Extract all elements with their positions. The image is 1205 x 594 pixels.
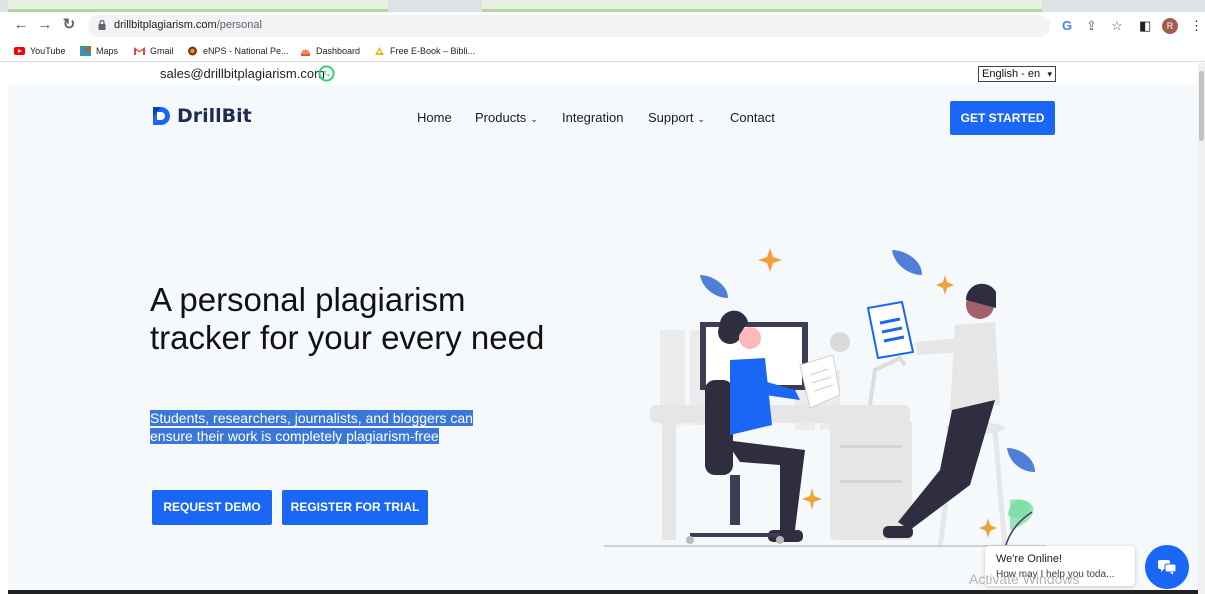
- side-panel-icon[interactable]: ◧: [1139, 18, 1151, 34]
- bookmark-free-ebook[interactable]: Free E-Book – Bibli...: [374, 45, 475, 57]
- dashboard-icon: [301, 49, 310, 56]
- divider: [8, 590, 1198, 594]
- avatar[interactable]: R: [1162, 18, 1178, 34]
- hero-illustration: [604, 248, 1046, 549]
- bookmarks-bar: YouTube Maps Gmail eNPS - National Pe...…: [0, 40, 1205, 62]
- google-lens-icon[interactable]: G: [1062, 18, 1072, 34]
- contact-topbar: sales@drillbitplagiarism.com English - e…: [0, 63, 1198, 85]
- chevron-down-icon: ⌄: [530, 114, 538, 124]
- kebab-menu-icon[interactable]: ⋮: [1190, 18, 1203, 34]
- browser-toolbar: ← → ↻ drillbitplagiarism.com/personal G …: [0, 12, 1205, 40]
- nav-home[interactable]: Home: [417, 110, 452, 125]
- hero-subtext: Students, researchers, journalists, and …: [150, 410, 473, 444]
- whatsapp-icon[interactable]: [318, 65, 335, 82]
- hero-headline: A personal plagiarism tracker for your e…: [150, 281, 545, 356]
- scrollbar-thumb[interactable]: [1199, 71, 1204, 141]
- bookmark-dashboard[interactable]: Dashboard: [300, 45, 360, 57]
- bookmark-youtube[interactable]: YouTube: [14, 45, 65, 57]
- browser-tab[interactable]: [8, 0, 388, 12]
- bookmark-enps[interactable]: eNPS - National Pe...: [187, 45, 289, 57]
- nav-products[interactable]: Products ⌄: [475, 110, 538, 125]
- chevron-down-icon: ⌄: [697, 114, 706, 124]
- chat-launcher-button[interactable]: [1145, 545, 1189, 589]
- lock-icon: [98, 20, 106, 30]
- windows-activation-watermark: Activate Windows: [969, 571, 1080, 587]
- logo-text: DrillBit: [177, 105, 252, 127]
- maps-icon: [80, 46, 91, 56]
- chevron-down-icon: ▾: [1047, 69, 1052, 79]
- chat-icon: [1158, 560, 1177, 575]
- bookmark-gmail[interactable]: Gmail: [134, 45, 174, 57]
- share-icon[interactable]: ⇪: [1086, 18, 1097, 34]
- browser-tab-strip: [0, 0, 1205, 12]
- gmail-icon: [134, 47, 145, 55]
- reload-icon[interactable]: ↻: [60, 16, 78, 34]
- page-scrollbar[interactable]: [1198, 63, 1205, 594]
- request-demo-button[interactable]: REQUEST DEMO: [152, 490, 272, 525]
- youtube-icon: [14, 47, 25, 55]
- forward-icon[interactable]: →: [36, 16, 54, 34]
- browser-tab[interactable]: [482, 0, 1042, 12]
- nav-support[interactable]: Support ⌄: [648, 110, 705, 125]
- get-started-button[interactable]: GET STARTED: [950, 101, 1055, 135]
- language-select[interactable]: English - en ▾: [978, 66, 1056, 82]
- nav-contact[interactable]: Contact: [730, 110, 775, 125]
- chat-status: We're Online!: [996, 553, 1063, 565]
- bookmark-star-icon[interactable]: ☆: [1111, 18, 1123, 34]
- back-icon[interactable]: ←: [12, 16, 30, 34]
- bookmark-maps[interactable]: Maps: [80, 45, 118, 57]
- enps-icon: [188, 46, 197, 56]
- drillbit-logo-icon: [153, 107, 170, 125]
- ebook-icon: [375, 47, 384, 55]
- nav-integration[interactable]: Integration: [562, 110, 623, 125]
- drillbit-logo[interactable]: DrillBit: [151, 105, 252, 127]
- url-text: drillbitplagiarism.com/personal: [114, 19, 262, 31]
- sales-email-link[interactable]: sales@drillbitplagiarism.com: [160, 66, 325, 81]
- register-for-trial-button[interactable]: REGISTER FOR TRIAL: [282, 490, 428, 525]
- address-bar[interactable]: drillbitplagiarism.com/personal: [88, 15, 1050, 37]
